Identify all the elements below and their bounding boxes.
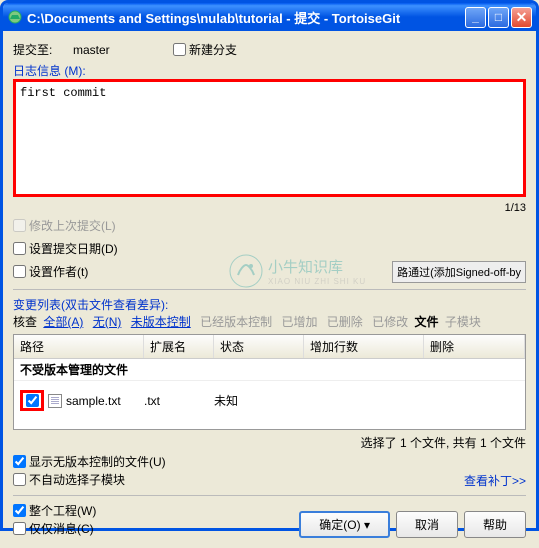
filter-row: 核查 全部(A) 无(N) 未版本控制 已经版本控制 已增加 已删除 已修改 文… xyxy=(13,313,526,330)
window-title: C:\Documents and Settings\nulab\tutorial… xyxy=(27,8,465,27)
filter-added: 已增加 xyxy=(281,315,317,329)
char-counter: 1/13 xyxy=(13,202,526,214)
app-icon xyxy=(7,9,23,25)
col-ext[interactable]: 扩展名 xyxy=(144,335,214,358)
changes-section-label: 变更列表(双击文件查看差异): xyxy=(13,296,526,313)
amend-checkbox[interactable]: 修改上次提交(L) xyxy=(13,217,116,234)
file-status: 未知 xyxy=(214,392,304,409)
col-add[interactable]: 增加行数 xyxy=(304,335,424,358)
col-path[interactable]: 路径 xyxy=(14,335,144,358)
col-del[interactable]: 删除 xyxy=(424,335,525,358)
msg-only-checkbox[interactable]: 仅仅消息(C) xyxy=(13,520,94,537)
minimize-button[interactable]: _ xyxy=(465,7,486,28)
filter-versioned: 已经版本控制 xyxy=(200,315,272,329)
signed-off-button[interactable]: 路通过(添加Signed-off-by xyxy=(392,261,526,283)
view-patch-link[interactable]: 查看补丁>> xyxy=(464,472,526,489)
filter-deleted: 已删除 xyxy=(327,315,363,329)
col-status[interactable]: 状态 xyxy=(214,335,304,358)
file-icon xyxy=(48,394,62,408)
whole-project-checkbox[interactable]: 整个工程(W) xyxy=(13,502,96,519)
filter-modified: 已修改 xyxy=(372,315,408,329)
filter-files[interactable]: 文件 xyxy=(415,315,439,329)
cancel-button[interactable]: 取消 xyxy=(396,511,458,538)
commit-branch: master xyxy=(73,43,173,57)
set-date-checkbox[interactable]: 设置提交日期(D) xyxy=(13,240,118,257)
file-table: 路径 扩展名 状态 增加行数 删除 不受版本管理的文件 sample.txt .… xyxy=(13,334,526,430)
file-checkbox[interactable] xyxy=(26,394,39,407)
help-button[interactable]: 帮助 xyxy=(464,511,526,538)
no-auto-submod-checkbox[interactable]: 不自动选择子模块 xyxy=(13,471,125,488)
table-row[interactable]: sample.txt .txt 未知 xyxy=(14,387,525,414)
commit-to-label: 提交至: xyxy=(13,41,73,58)
log-section-label: 日志信息 (M): xyxy=(13,62,526,79)
show-unversioned-checkbox[interactable]: 显示无版本控制的文件(U) xyxy=(13,453,166,470)
ok-button[interactable]: 确定(O) ▾ xyxy=(299,511,390,538)
file-name: sample.txt xyxy=(66,394,121,408)
filter-all[interactable]: 全部(A) xyxy=(43,315,83,329)
file-ext: .txt xyxy=(144,394,214,408)
commit-message-input[interactable] xyxy=(13,79,526,197)
filter-unversioned[interactable]: 未版本控制 xyxy=(131,315,191,329)
new-branch-checkbox[interactable]: 新建分支 xyxy=(173,41,237,58)
titlebar[interactable]: C:\Documents and Settings\nulab\tutorial… xyxy=(3,3,536,31)
group-unmanaged: 不受版本管理的文件 xyxy=(14,359,525,381)
set-author-checkbox[interactable]: 设置作者(t) xyxy=(13,263,88,280)
filter-submod: 子模块 xyxy=(445,315,481,329)
selection-status: 选择了 1 个文件, 共有 1 个文件 xyxy=(13,434,526,451)
maximize-button[interactable]: □ xyxy=(488,7,509,28)
filter-none[interactable]: 无(N) xyxy=(93,315,122,329)
close-button[interactable]: ✕ xyxy=(511,7,532,28)
